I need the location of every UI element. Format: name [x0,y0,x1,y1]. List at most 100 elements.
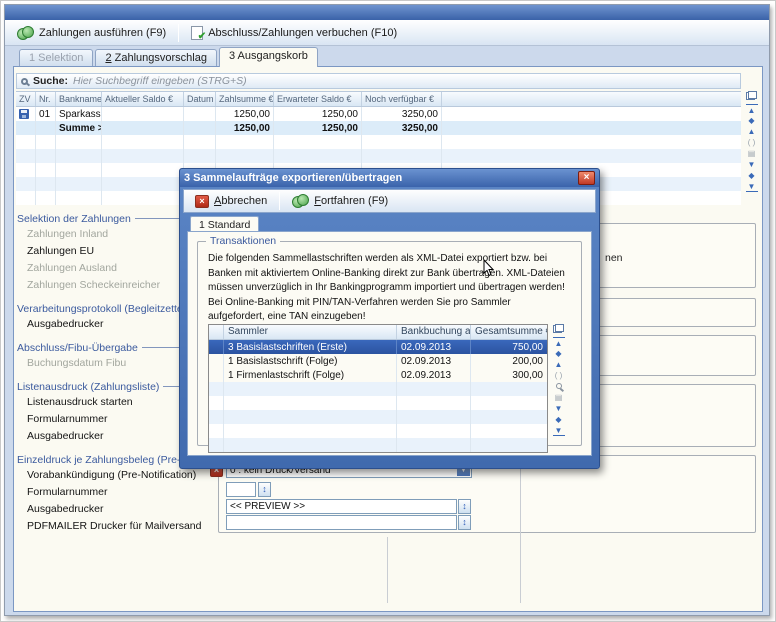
cell-sammler: 1 Firmenlastschrift (Folge) [224,368,397,382]
label-formularnummer2: Formularnummer [17,484,225,501]
clipped-text: nen [605,252,623,264]
section-title: Abschluss/Fibu-Übergabe [17,342,138,354]
cell-noch-verfuegbar: 3250,00 [362,107,442,121]
grid-nav-strip: ▲ ◆ ▲ ( ) ▤ ▼ ◆ ▼ [744,91,759,192]
book-payments-button[interactable]: Abschluss/Zahlungen verbuchen (F10) [185,24,403,42]
cancel-button[interactable]: × Abbrechen [189,193,273,210]
column-fit-icon[interactable]: ( ) [746,137,758,148]
export-dialog: 3 Sammelaufträge exportieren/übertragen … [179,168,600,469]
col-erwarteter-saldo[interactable]: Erwarteter Saldo € [274,92,362,106]
tab-selektion[interactable]: 1 Selektion [19,49,93,67]
col-filler [442,92,741,106]
empty-row [209,438,547,452]
search-row-icon[interactable] [556,383,562,389]
copy-icon[interactable] [553,324,564,333]
table-row[interactable]: 1 Basislastschrift (Folge) 02.09.2013 20… [209,354,547,368]
row-up-icon[interactable]: ◆ [553,348,565,359]
form-grid-line [520,462,521,603]
transaktionen-groupbox: Transaktionen Die folgenden Sammellastsc… [197,241,582,446]
cell-aktueller-saldo [102,107,184,121]
section-title: Verarbeitungsprotokoll (Begleitzettel) [17,303,189,315]
col-bankbuchung[interactable]: Bankbuchung am [397,325,471,339]
empty-row [16,149,741,163]
row-down-icon[interactable]: ◆ [553,414,565,425]
col-zv[interactable]: ZV [16,92,36,106]
cell-bankbuchung: 02.09.2013 [397,340,471,354]
sum-label: Summe > [56,121,102,135]
page-up-icon[interactable]: ▲ [746,126,758,137]
empty-row [16,135,741,149]
dialog-titlebar[interactable]: 3 Sammelaufträge exportieren/übertragen … [180,169,599,187]
table-row[interactable]: 1 Firmenlastschrift (Folge) 02.09.2013 3… [209,368,547,382]
ausgabedrucker-select[interactable]: << PREVIEW >> [226,499,457,514]
column-fit-icon[interactable]: ( ) [553,370,565,381]
window-titlebar [5,5,769,20]
col-gesamtsumme[interactable]: Gesamtsumme € [471,325,547,339]
search-bar[interactable]: Suche: Hier Suchbegriff eingeben (STRG+S… [16,73,741,89]
formularnummer-input[interactable] [226,482,256,497]
col-nr[interactable]: Nr. [36,92,56,106]
row-up-icon[interactable]: ◆ [746,115,758,126]
page-up-icon[interactable]: ▲ [553,359,565,370]
formularnummer-spinner[interactable]: ↕ [258,482,271,497]
tab-ausgangskorb[interactable]: 3 Ausgangskorb [219,47,318,67]
col-selector [209,325,224,339]
empty-row [209,410,547,424]
scroll-bottom-icon[interactable]: ▼ [553,425,565,436]
col-aktueller-saldo[interactable]: Aktueller Saldo € [102,92,184,106]
main-tabstrip: 1 Selektion 2 Zahlungsvorschlag 3 Ausgan… [5,46,769,67]
cell-datum [184,107,216,121]
label-vorabankuendigung: Vorabankündigung (Pre-Notification) [17,467,225,484]
col-zahlsumme[interactable]: Zahlsumme € [216,92,274,106]
dialog-panel: Transaktionen Die folgenden Sammellastsc… [187,231,592,456]
cancel-label: Abbrechen [214,195,267,207]
pdfmailer-spinner[interactable]: ↕ [458,515,471,530]
scroll-bottom-icon[interactable]: ▼ [746,181,758,192]
sammler-table-header: Sammler Bankbuchung am Gesamtsumme € [209,325,547,340]
tab-zahlungsvorschlag[interactable]: 2 Zahlungsvorschlag [95,49,217,67]
copy-icon[interactable] [746,91,757,100]
sum-zahlsumme: 1250,00 [216,121,274,135]
disk-icon [19,109,29,119]
grid-view-icon[interactable]: ▤ [553,392,565,403]
label-ausgabedrucker3: Ausgabedrucker [17,501,225,518]
col-bankname[interactable]: Bankname [56,92,102,106]
col-sammler[interactable]: Sammler [224,325,397,339]
empty-row [209,424,547,438]
coins-icon [17,26,34,40]
col-datum[interactable]: Datum [184,92,216,106]
empty-row [209,382,547,396]
sammler-table: Sammler Bankbuchung am Gesamtsumme € 3 B… [208,324,548,453]
cell-gesamtsumme: 300,00 [471,368,547,382]
continue-button[interactable]: Fortfahren (F9) [286,192,394,210]
mouse-cursor [483,259,495,277]
page-down-icon[interactable]: ▼ [746,159,758,170]
table-row-selected[interactable]: 3 Basislastschriften (Erste) 02.09.2013 … [209,340,547,354]
execute-payments-button[interactable]: Zahlungen ausführen (F9) [11,24,172,42]
search-label: Suche: [33,75,68,87]
cell-gesamtsumme: 200,00 [471,354,547,368]
grid-view-icon[interactable]: ▤ [746,148,758,159]
pdfmailer-select[interactable] [226,515,457,530]
section-title: Selektion der Zahlungen [17,213,131,225]
cell-bankname: Sparkasse [56,107,102,121]
scroll-top-icon[interactable]: ▲ [553,337,565,348]
form-grid-line [387,537,388,603]
cell-sammler: 1 Basislastschrift (Folge) [224,354,397,368]
col-noch-verfuegbar[interactable]: Noch verfügbar € [362,92,442,106]
ausgabedrucker-spinner[interactable]: ↕ [458,499,471,514]
section-title: Listenausdruck (Zahlungsliste) [17,381,159,393]
dialog-title: 3 Sammelaufträge exportieren/übertragen [184,172,578,184]
row-down-icon[interactable]: ◆ [746,170,758,181]
dialog-grid-nav-strip: ▲ ◆ ▲ ( ) ▤ ▼ ◆ ▼ [551,324,566,436]
scroll-top-icon[interactable]: ▲ [746,104,758,115]
close-icon[interactable]: × [578,171,595,185]
empty-row [209,396,547,410]
search-placeholder: Hier Suchbegriff eingeben (STRG+S) [73,75,247,87]
page-down-icon[interactable]: ▼ [553,403,565,414]
sum-row: Summe > 1250,00 1250,00 3250,00 [16,121,741,135]
dialog-tab-standard[interactable]: 1 Standard [190,216,259,232]
table-row[interactable]: 01 Sparkasse 1250,00 1250,00 3250,00 [16,107,741,121]
cell-bankbuchung: 02.09.2013 [397,354,471,368]
cell-nr: 01 [36,107,56,121]
